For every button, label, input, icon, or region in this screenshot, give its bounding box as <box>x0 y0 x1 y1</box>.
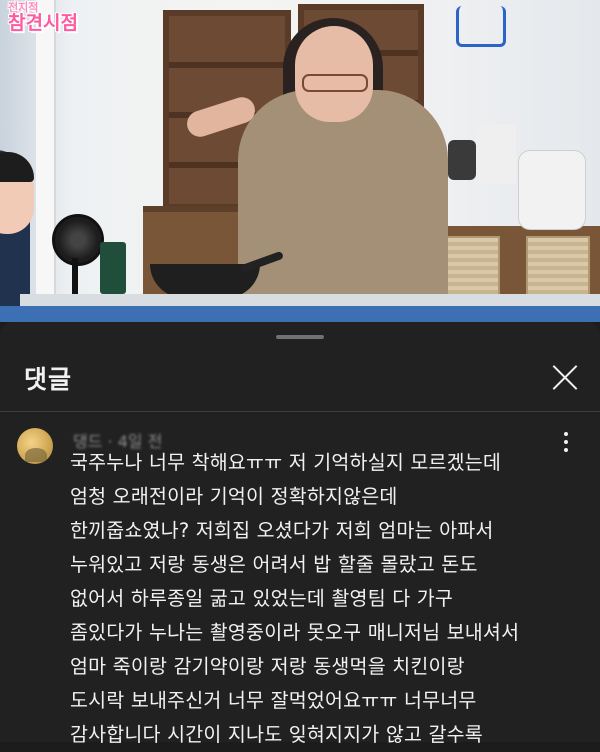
comments-panel: 댓글 댕드 · 4일 전 국주누나 너무 착해요ㅠㅠ 저 기억하실지 모르겠는데… <box>0 322 600 746</box>
wall-cup-decoration <box>456 6 506 47</box>
comment-line: 국주누나 너무 착해요ㅠㅠ 저 기억하실지 모르겠는데 <box>70 451 502 474</box>
glasses <box>302 74 368 92</box>
desk-fan <box>52 214 104 266</box>
comment-line: 감사합니다 시간이 지나도 잊혀지지가 않고 갈수록 <box>70 723 483 746</box>
comment-line: 좀있다가 누나는 촬영중이라 못오구 매니저님 보내셔서 <box>70 621 520 644</box>
comment-line: 한끼줍쇼였나? 저희집 오셨다가 저희 엄마는 아파서 <box>70 519 494 542</box>
video-player[interactable]: 전지적 참견시점 <box>0 0 600 322</box>
coffee-machine <box>476 124 516 184</box>
avatar[interactable] <box>17 428 53 464</box>
close-icon[interactable] <box>548 360 582 394</box>
comment-line: 엄마 죽이랑 감기약이랑 저랑 동생먹을 치킨이랑 <box>70 655 465 678</box>
drag-handle[interactable] <box>276 335 324 339</box>
kettle <box>448 140 476 180</box>
comment-line: 도시락 보내주신거 너무 잘먹었어요ㅠㅠ 너무너무 <box>70 689 477 712</box>
comments-title: 댓글 <box>24 365 73 394</box>
comment-line: 없어서 하루종일 굶고 있었는데 촬영팀 다 가구 <box>70 587 454 610</box>
counter-top <box>20 294 600 306</box>
divider <box>0 411 600 412</box>
window-frame <box>36 0 56 300</box>
comment-line: 엄청 오래전이라 기억이 정확하지않은데 <box>70 485 398 508</box>
rice-cooker <box>518 150 586 230</box>
tumbler <box>100 242 126 294</box>
show-logo: 전지적 참견시점 <box>8 2 80 40</box>
video-bottom-strip <box>0 306 600 322</box>
comment-line: 누워있고 저랑 동생은 어려서 밥 할줄 몰랐고 돈도 <box>70 553 478 576</box>
desk-fan-stand <box>72 258 78 294</box>
comment-text: 국주누나 너무 착해요ㅠㅠ 저 기억하실지 모르겠는데 엄청 오래전이라 기억이… <box>70 446 590 752</box>
show-logo-line2: 참견시점 <box>8 12 78 34</box>
person-body <box>238 90 448 310</box>
